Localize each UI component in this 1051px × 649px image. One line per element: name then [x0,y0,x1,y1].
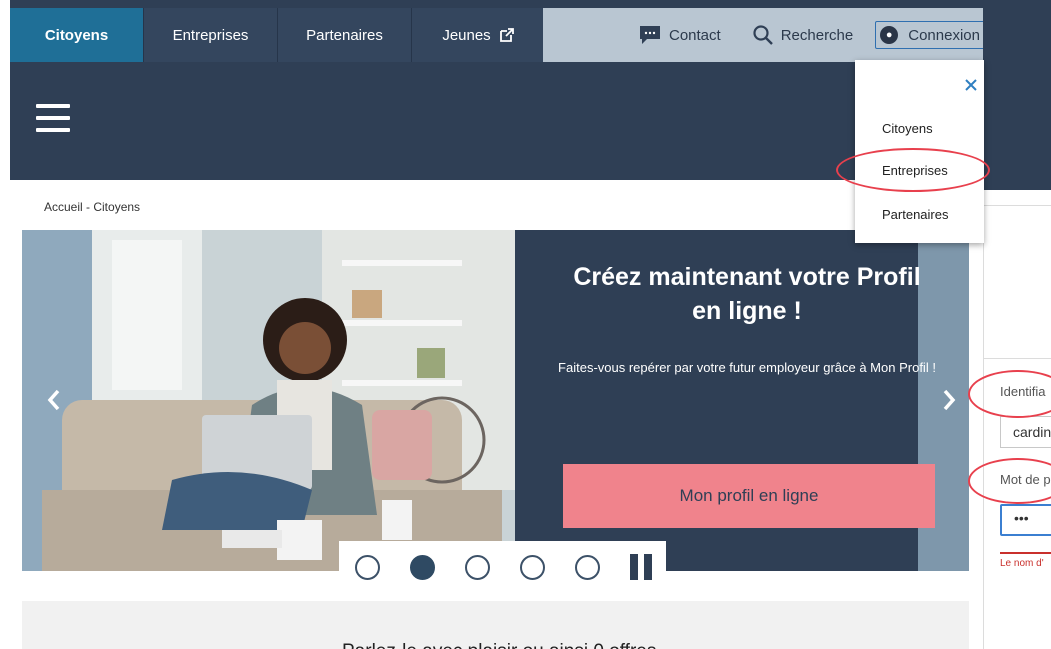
search-link[interactable]: Recherche [753,20,854,50]
pause-icon[interactable] [630,554,652,580]
tab-entreprises[interactable]: Entreprises [144,8,278,62]
tab-citoyens-label: Citoyens [44,26,109,44]
dropdown-item-partenaires[interactable]: Partenaires [882,207,948,222]
chevron-right-icon[interactable] [937,385,961,415]
login-dropdown-menu: Citoyens Entreprises Partenaires [855,60,984,243]
contact-link[interactable]: Contact [639,20,721,50]
chevron-left-icon[interactable] [42,385,66,415]
password-field[interactable]: ••• [1000,504,1051,536]
bottom-section: Parlez-le avec plaisir ou ainsi 0 offres [22,601,969,649]
top-navigation: Citoyens Entreprises Partenaires Jeunes … [10,0,985,62]
header-right-edge [983,0,1051,190]
carousel-dot-3[interactable] [465,554,490,580]
page: Citoyens Entreprises Partenaires Jeunes … [0,0,1051,649]
menu-icon[interactable] [36,104,70,132]
login-panel: Identifia cardin Mot de p ••• Le nom d' [983,205,1051,649]
hero-photo [22,230,515,571]
tab-jeunes[interactable]: Jeunes [412,8,546,62]
search-label: Recherche [780,26,854,44]
identifier-field[interactable]: cardin [1000,416,1051,448]
password-label: Mot de p [1000,472,1051,487]
hero-photo-illustration [22,230,515,571]
profile-online-button-label: Mon profil en ligne [679,486,819,505]
hero-title: Créez maintenant votre Profil en ligne ! [573,263,921,325]
hero-subtitle: Faites-vous repérer par votre futur empl… [558,360,936,375]
login-label: Connexion [908,26,980,44]
tab-entreprises-label: Entreprises [172,26,249,44]
carousel-dot-1[interactable] [355,554,380,580]
audience-tabs: Citoyens Entreprises Partenaires Jeunes [10,8,546,62]
hero-carousel: Créez maintenant votre Profil en ligne !… [22,230,969,571]
profile-online-button[interactable]: Mon profil en ligne [563,464,935,528]
carousel-controls [339,541,666,593]
search-icon [753,25,773,45]
tab-partenaires[interactable]: Partenaires [278,8,412,62]
carousel-dot-2[interactable] [410,554,435,580]
login-error-message: Le nom d' [1000,558,1044,569]
tab-jeunes-label: Jeunes [442,26,491,44]
login-panel-divider [984,358,1051,359]
contact-label: Contact [669,26,721,44]
identifier-label: Identifia [1000,384,1046,399]
dropdown-item-entreprises[interactable]: Entreprises [882,163,948,178]
tab-citoyens[interactable]: Citoyens [10,8,144,62]
breadcrumb: Accueil - Citoyens [44,200,141,214]
external-link-icon [499,28,514,42]
dropdown-item-citoyens[interactable]: Citoyens [882,121,933,136]
carousel-dot-5[interactable] [575,554,600,580]
bottom-heading: Parlez-le avec plaisir ou ainsi 0 offres [342,641,656,649]
user-icon: ● [880,26,899,44]
chat-icon [640,26,660,44]
tab-partenaires-label: Partenaires [306,26,383,44]
carousel-dot-4[interactable] [520,554,545,580]
error-underline [1000,552,1051,554]
login-button[interactable]: ● Connexion [875,21,985,49]
utility-bar: Contact Recherche ● Connexion [543,8,985,62]
site-header [10,62,983,180]
close-icon[interactable] [964,78,978,92]
left-gutter [0,0,10,649]
